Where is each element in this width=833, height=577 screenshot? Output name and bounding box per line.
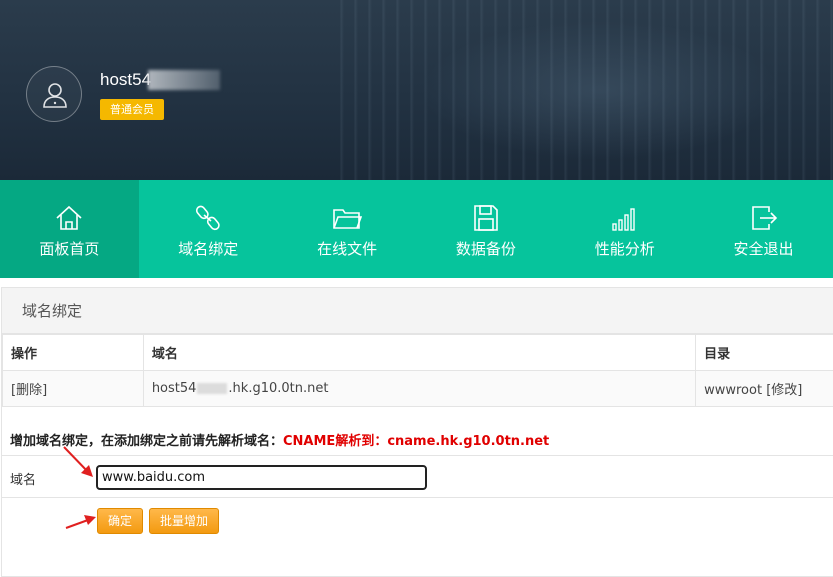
username-redaction (148, 70, 220, 90)
cname-hint: CNAME解析到：cname.hk.g10.0tn.net (283, 434, 549, 449)
member-level-badge: 普通会员 (100, 99, 164, 120)
divider (2, 455, 833, 456)
edit-directory-link[interactable]: [修改] (766, 383, 802, 398)
nav-label: 域名绑定 (139, 238, 278, 259)
table-header-row: 操作 域名 目录 (3, 335, 833, 371)
cell-domain: host54 .hk.g10.0tn.net (143, 371, 695, 407)
main-nav: 面板首页 域名绑定 在线文件 数据备份 性能分析 (0, 180, 833, 278)
nav-label: 在线文件 (278, 238, 417, 259)
nav-item-dashboard[interactable]: 面板首页 (0, 180, 139, 278)
link-icon (193, 204, 223, 232)
nav-item-domain-binding[interactable]: 域名绑定 (139, 180, 278, 278)
bar-chart-icon (610, 204, 640, 232)
domain-input[interactable] (96, 465, 427, 490)
nav-item-data-backup[interactable]: 数据备份 (416, 180, 555, 278)
batch-add-button[interactable]: 批量增加 (149, 508, 219, 534)
home-icon (54, 204, 84, 232)
nav-item-online-files[interactable]: 在线文件 (278, 180, 417, 278)
delete-link[interactable]: [删除] (11, 383, 47, 398)
nav-label: 面板首页 (0, 238, 139, 259)
header-background-pattern (330, 0, 833, 180)
nav-label: 性能分析 (555, 238, 694, 259)
confirm-button[interactable]: 确定 (97, 508, 143, 534)
header-banner: host54 普通会员 (0, 0, 833, 180)
cell-action: [删除] (3, 371, 144, 407)
domain-suffix: .hk.g10.0tn.net (228, 381, 328, 396)
folder-icon (332, 204, 362, 232)
panel-title: 域名绑定 (2, 288, 833, 334)
column-header-directory: 目录 (696, 335, 833, 371)
nav-item-logout[interactable]: 安全退出 (694, 180, 833, 278)
annotation-arrow-icon (60, 444, 100, 484)
directory-name: wwwroot (704, 383, 762, 398)
domain-field-label: 域名 (10, 469, 36, 488)
table-row: [删除] host54 .hk.g10.0tn.net wwwroot [修改] (3, 371, 833, 407)
domain-binding-panel: 域名绑定 操作 域名 目录 [删除] host54 .hk.g10.0tn.net… (1, 287, 833, 577)
avatar[interactable] (26, 66, 82, 122)
cell-directory: wwwroot [修改] (696, 371, 833, 407)
logout-icon (749, 204, 779, 232)
nav-label: 数据备份 (416, 238, 555, 259)
user-icon (42, 81, 68, 109)
nav-label: 安全退出 (694, 238, 833, 259)
domain-redaction (197, 383, 227, 394)
domain-prefix: host54 (152, 381, 197, 396)
username: host54 (100, 70, 151, 90)
save-icon (471, 204, 501, 232)
divider (2, 497, 833, 498)
nav-item-performance[interactable]: 性能分析 (555, 180, 694, 278)
column-header-domain: 域名 (143, 335, 695, 371)
annotation-arrow-icon (64, 510, 98, 534)
domain-table: 操作 域名 目录 [删除] host54 .hk.g10.0tn.net wwwr… (2, 334, 833, 407)
column-header-action: 操作 (3, 335, 144, 371)
hint-text: 增加域名绑定，在添加绑定之前请先解析域名： (10, 434, 283, 449)
